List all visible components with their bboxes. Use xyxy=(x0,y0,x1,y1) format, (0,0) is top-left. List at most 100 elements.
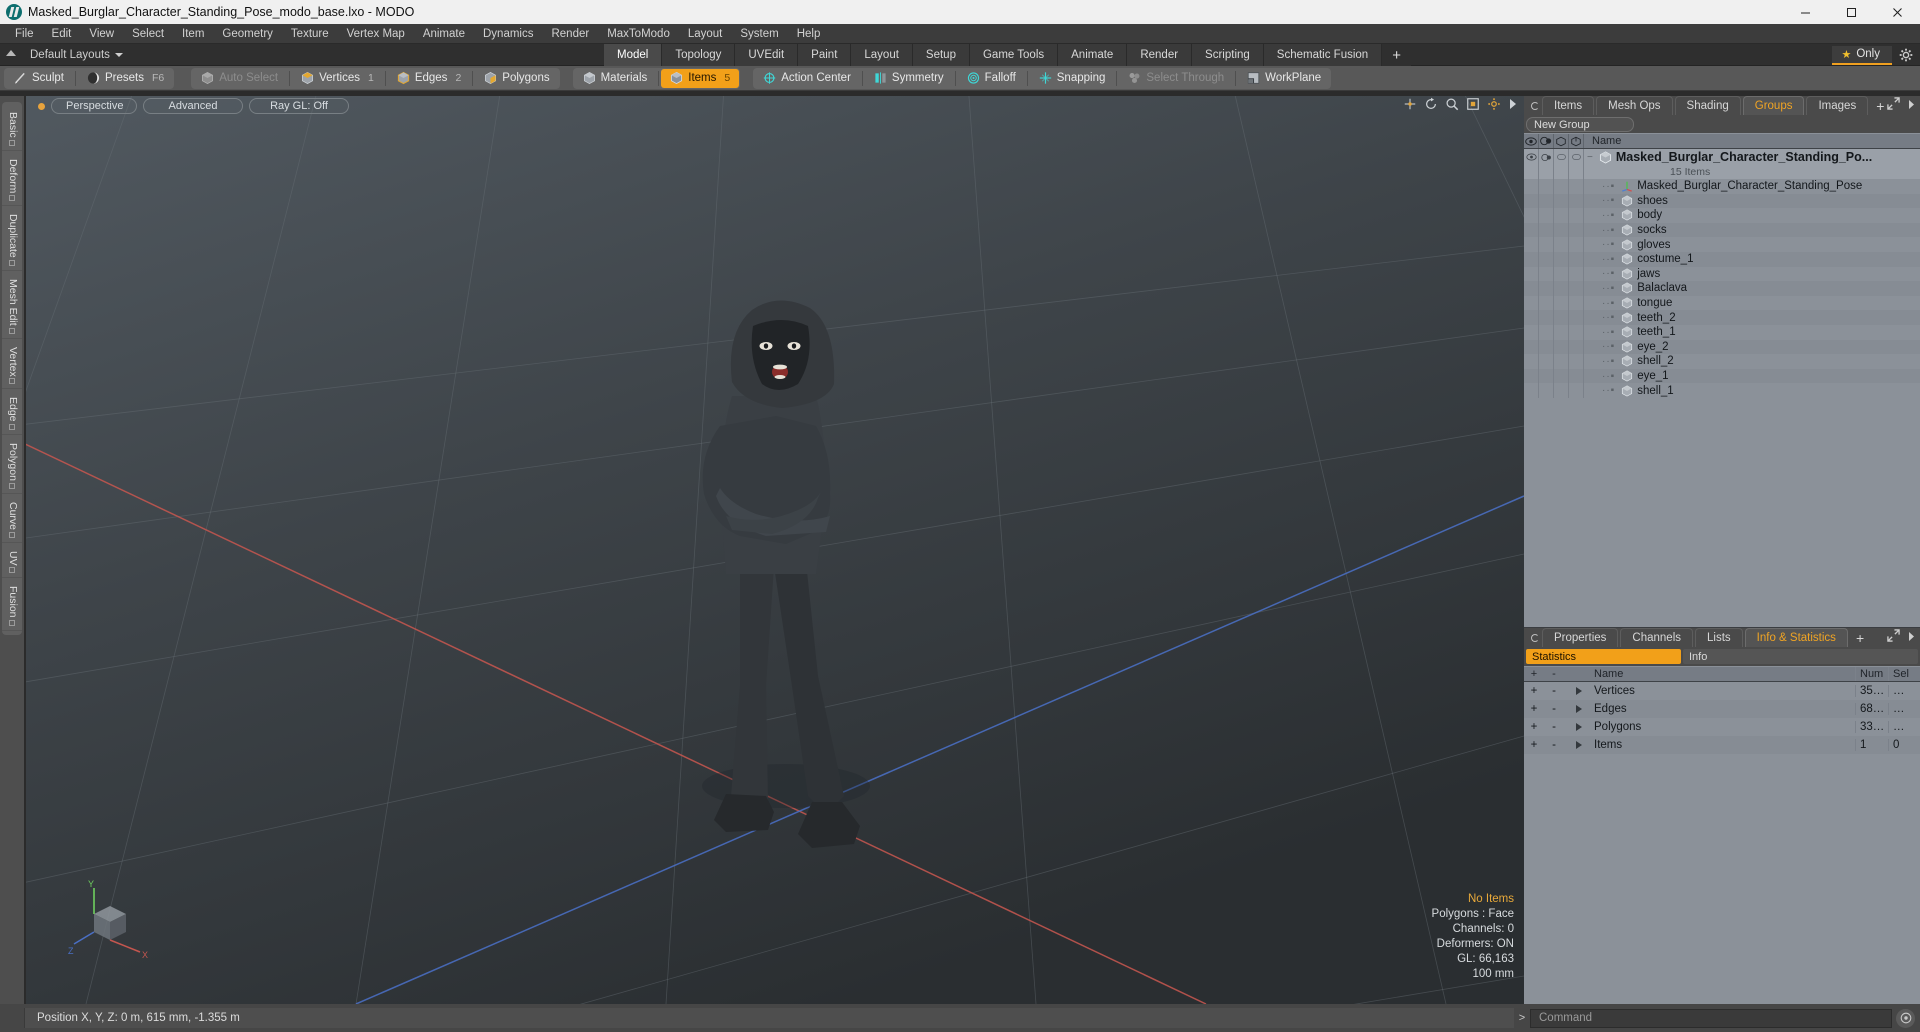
zoom-view-icon[interactable] xyxy=(1445,97,1459,111)
row-lock-2[interactable] xyxy=(1569,295,1584,311)
add-bottom-tab-button[interactable]: + xyxy=(1850,628,1870,647)
row-lock-1[interactable] xyxy=(1554,324,1569,340)
menu-item-dynamics[interactable]: Dynamics xyxy=(474,26,542,42)
menu-item-animate[interactable]: Animate xyxy=(414,26,474,42)
statistics-row[interactable]: + - Items 1 0 xyxy=(1524,736,1920,754)
row-visibility-toggle[interactable] xyxy=(1524,281,1539,296)
row-visibility-toggle[interactable] xyxy=(1524,179,1539,194)
row-lock-1[interactable] xyxy=(1554,281,1569,296)
tab-shading[interactable]: Shading xyxy=(1674,96,1741,115)
mode-tab-layout[interactable]: Layout xyxy=(851,44,913,66)
tree-row-item[interactable]: ··▪ Masked_Burglar_Character_Standing_Pos… xyxy=(1524,179,1920,194)
statistics-row[interactable]: + - Vertices 35…… xyxy=(1524,682,1920,700)
stats-remove-button[interactable]: - xyxy=(1544,721,1564,733)
row-lock-2[interactable] xyxy=(1569,193,1584,209)
new-group-button[interactable]: New Group xyxy=(1526,117,1634,132)
row-visibility-toggle[interactable] xyxy=(1524,383,1539,398)
row-lock-1[interactable] xyxy=(1554,251,1569,267)
viewport-shading-mode[interactable]: Advanced xyxy=(143,98,243,114)
row-visibility-toggle[interactable] xyxy=(1524,324,1539,340)
row-lock-1[interactable] xyxy=(1554,179,1569,194)
mode-tab-scripting[interactable]: Scripting xyxy=(1192,44,1264,66)
left-tab-duplicate[interactable]: Duplicate xyxy=(2,207,22,271)
row-render-toggle[interactable] xyxy=(1539,266,1554,282)
stats-remove-button[interactable]: - xyxy=(1544,703,1564,715)
tool-edges[interactable]: Edges 2 xyxy=(388,69,470,88)
tree-row-item[interactable]: ··▪ shell_2 xyxy=(1524,354,1920,369)
command-input[interactable]: Command xyxy=(1530,1008,1892,1028)
tool-polygons[interactable]: Polygons xyxy=(475,69,558,88)
row-visibility-toggle[interactable] xyxy=(1524,339,1539,355)
row-render-toggle[interactable] xyxy=(1539,354,1554,369)
tab-images[interactable]: Images xyxy=(1806,96,1869,115)
row-render-toggle[interactable] xyxy=(1539,237,1554,252)
tool-falloff[interactable]: Falloff xyxy=(958,69,1025,88)
left-tab-uv[interactable]: UV xyxy=(2,544,22,579)
tree-row-item[interactable]: ··▪ body xyxy=(1524,208,1920,223)
left-tab-curve[interactable]: Curve xyxy=(2,495,22,543)
tree-row-item[interactable]: ··▪ gloves xyxy=(1524,237,1920,252)
menu-item-texture[interactable]: Texture xyxy=(282,26,338,42)
row-lock-1[interactable] xyxy=(1554,149,1569,165)
row-render-toggle[interactable] xyxy=(1539,383,1554,398)
row-render-toggle[interactable] xyxy=(1539,324,1554,340)
row-lock-1[interactable] xyxy=(1554,354,1569,369)
tree-row-root[interactable]: − Masked_Burglar_Character_Standing_Po..… xyxy=(1524,149,1920,165)
tool-symmetry[interactable]: Symmetry xyxy=(865,69,953,88)
move-view-icon[interactable] xyxy=(1403,97,1417,111)
tree-row-item[interactable]: ··▪ eye_2 xyxy=(1524,339,1920,355)
mode-tab-schematic-fusion[interactable]: Schematic Fusion xyxy=(1263,44,1383,66)
menu-item-view[interactable]: View xyxy=(80,26,123,42)
row-render-toggle[interactable] xyxy=(1539,295,1554,311)
tree-row-item[interactable]: ··▪ teeth_2 xyxy=(1524,310,1920,325)
tree-row-item[interactable]: ··▪ teeth_1 xyxy=(1524,324,1920,340)
stats-remove-button[interactable]: - xyxy=(1544,739,1564,751)
viewport-view-mode[interactable]: Perspective xyxy=(51,98,137,114)
row-lock-2[interactable] xyxy=(1569,281,1584,296)
menu-item-geometry[interactable]: Geometry xyxy=(213,26,282,42)
row-lock-2[interactable] xyxy=(1569,179,1584,194)
tool-materials[interactable]: Materials xyxy=(574,69,657,88)
minimize-button[interactable] xyxy=(1782,0,1828,24)
expand-panel-icon[interactable] xyxy=(1887,96,1900,115)
home-icon[interactable] xyxy=(0,44,22,66)
menu-item-vertex-map[interactable]: Vertex Map xyxy=(338,26,414,42)
only-toggle-button[interactable]: ★ Only xyxy=(1832,45,1892,65)
mode-tab-game-tools[interactable]: Game Tools xyxy=(969,44,1059,66)
more-view-icon[interactable] xyxy=(1508,98,1518,110)
row-render-toggle[interactable] xyxy=(1539,281,1554,296)
row-lock-2[interactable] xyxy=(1569,339,1584,355)
stats-expander[interactable] xyxy=(1564,741,1594,749)
row-lock-1[interactable] xyxy=(1554,295,1569,311)
row-lock-1[interactable] xyxy=(1554,383,1569,398)
tab-items[interactable]: Items xyxy=(1542,96,1595,115)
row-lock-1[interactable] xyxy=(1554,193,1569,209)
row-lock-2[interactable] xyxy=(1569,208,1584,223)
viewport-3d[interactable]: Perspective Advanced Ray GL: Off Y Z X N… xyxy=(26,96,1524,1004)
menu-item-system[interactable]: System xyxy=(731,26,787,42)
mode-tab-topology[interactable]: Topology xyxy=(662,44,736,66)
menu-item-select[interactable]: Select xyxy=(123,26,173,42)
left-tab-polygon[interactable]: Polygon xyxy=(2,436,22,494)
menu-item-maxtomodo[interactable]: MaxToModo xyxy=(598,26,679,42)
expand-bottom-panel-icon[interactable] xyxy=(1887,628,1900,647)
row-visibility-toggle[interactable] xyxy=(1524,266,1539,282)
tree-row-item[interactable]: ··▪ jaws xyxy=(1524,266,1920,282)
row-lock-1[interactable] xyxy=(1554,208,1569,223)
stats-add-button[interactable]: + xyxy=(1524,739,1544,751)
row-visibility-toggle[interactable] xyxy=(1524,354,1539,369)
tree-row-item[interactable]: ··▪ eye_1 xyxy=(1524,368,1920,384)
gear-icon[interactable] xyxy=(1896,46,1916,65)
close-button[interactable] xyxy=(1874,0,1920,24)
mode-tab-setup[interactable]: Setup xyxy=(912,44,970,66)
stats-add-button[interactable]: + xyxy=(1524,703,1544,715)
row-visibility-toggle[interactable] xyxy=(1524,295,1539,311)
mode-tab-render[interactable]: Render xyxy=(1127,44,1193,66)
row-visibility-toggle[interactable] xyxy=(1524,208,1539,223)
mode-tab-model[interactable]: Model xyxy=(604,44,663,66)
statistics-row[interactable]: + - Polygons 33…… xyxy=(1524,718,1920,736)
left-tab-fusion[interactable]: Fusion xyxy=(2,579,22,631)
tree-expander-root[interactable]: − xyxy=(1584,152,1597,163)
row-visibility-toggle[interactable] xyxy=(1524,193,1539,209)
mode-tab-paint[interactable]: Paint xyxy=(798,44,852,66)
